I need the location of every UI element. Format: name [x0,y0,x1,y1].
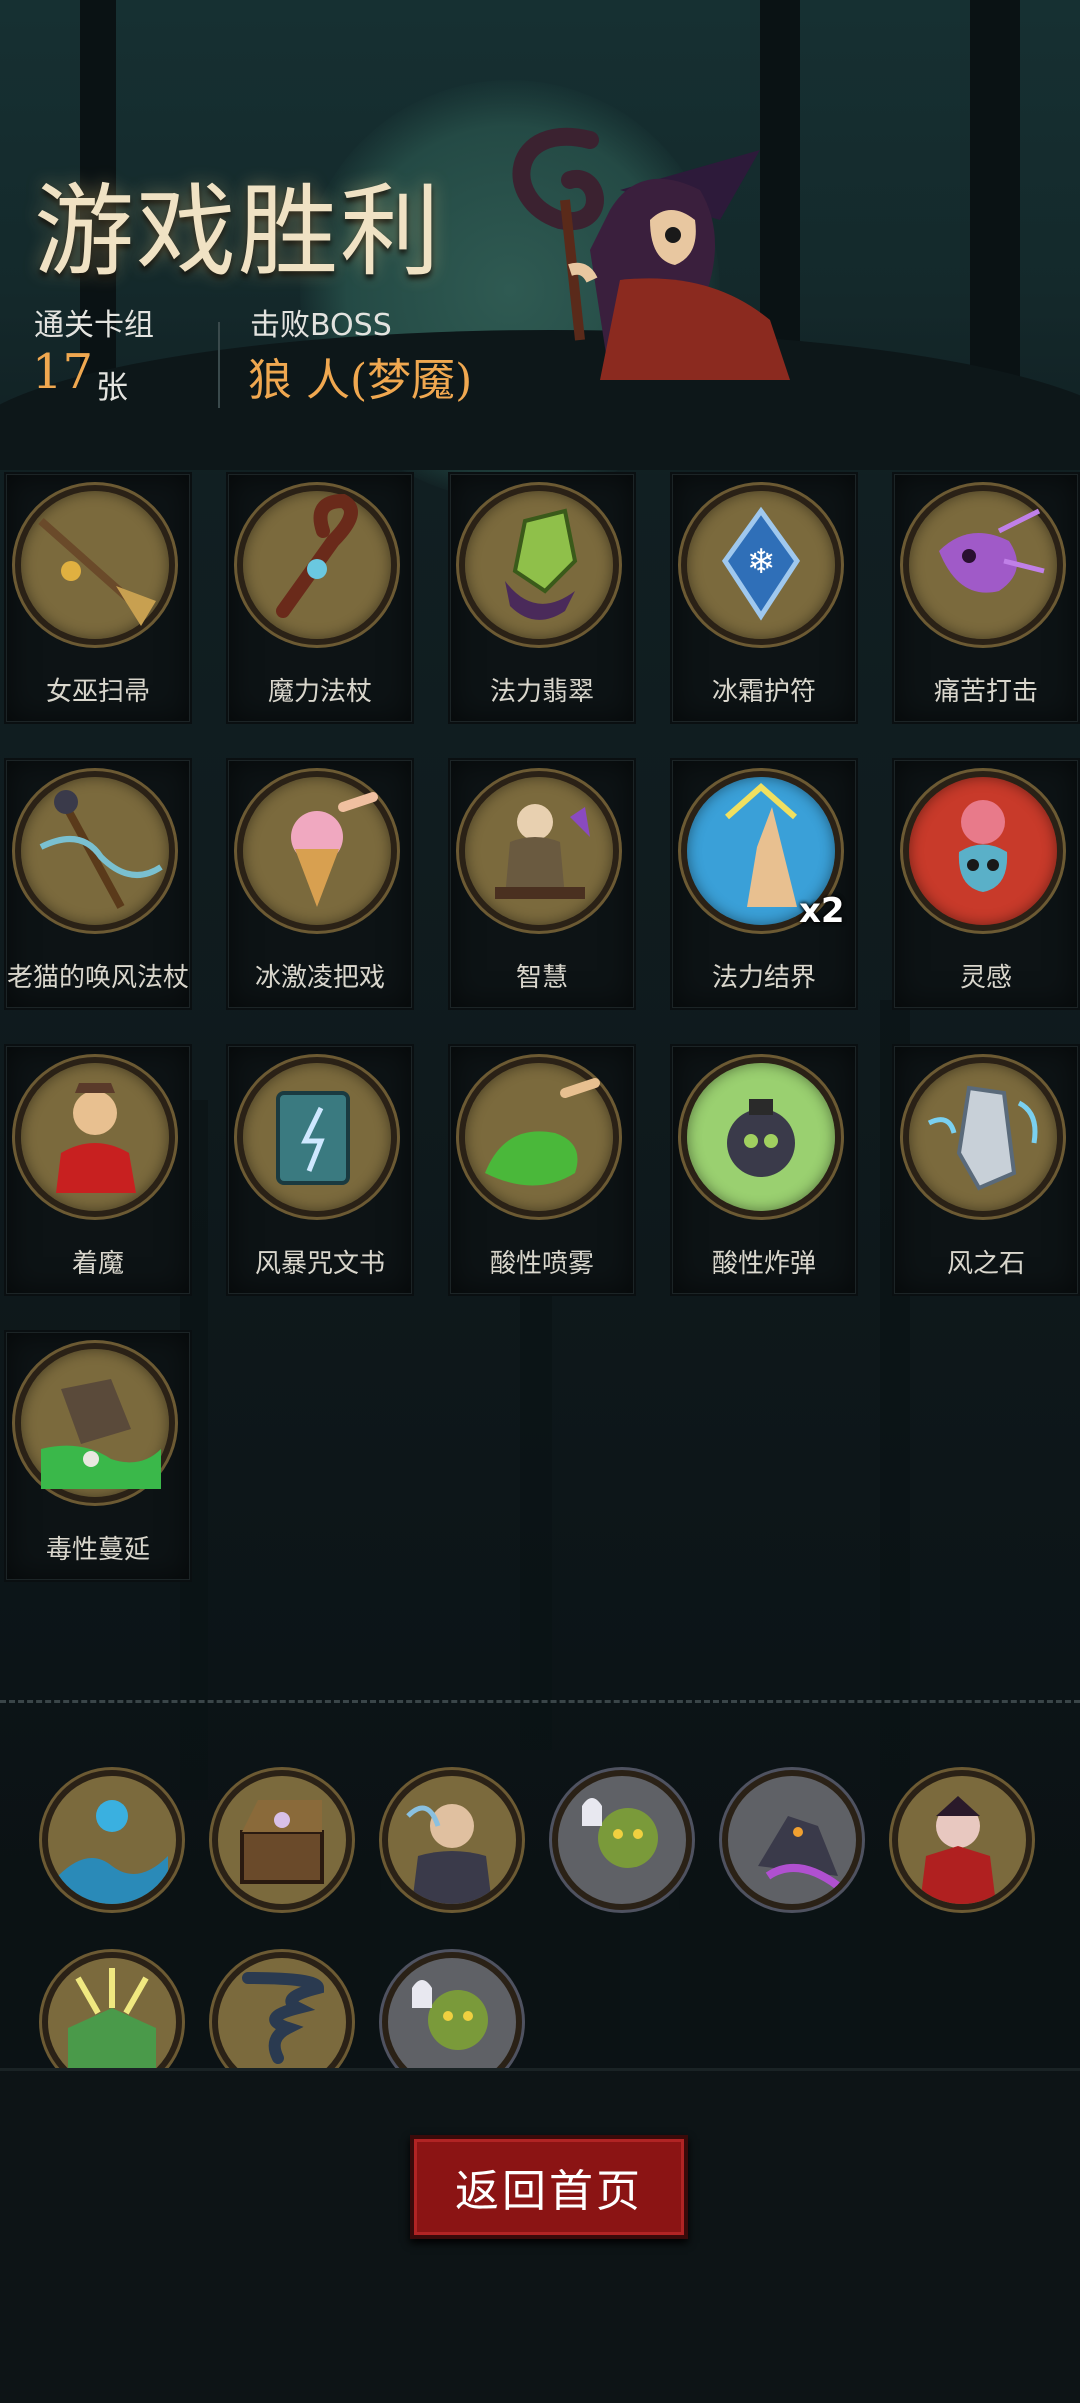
deck-count: 17 [32,344,94,400]
goblin-ghost-icon[interactable] [382,1952,522,2070]
deck-card[interactable]: x2 法力结界 [672,760,856,1008]
shadow-beast-icon[interactable] [722,1770,862,1910]
deck-card[interactable]: 着魔 [6,1046,190,1294]
boss-name: 狼 人(梦魇) [248,355,473,406]
old-sailor-icon[interactable] [382,1770,522,1910]
deck-card[interactable]: 灵感 [894,760,1078,1008]
frost-amulet-icon: ❄ [681,485,841,645]
deck-card[interactable]: 风之石 [894,1046,1078,1294]
broom-icon [15,485,175,645]
tornado-icon[interactable] [212,1952,352,2070]
relic-list [0,1390,1080,2070]
vampire-icon[interactable] [892,1770,1032,1910]
deck-card[interactable]: 法力翡翠 [450,474,634,722]
witch-character-illustration [512,127,790,380]
deck-label: 通关卡组 [34,308,154,343]
brain-skull-icon [903,771,1063,931]
glowing-book-icon[interactable] [42,1952,182,2070]
deck-unit: 张 [96,368,129,406]
deck-card[interactable]: 魔力法杖 [228,474,412,722]
deck-card[interactable]: 女巫扫帚 [6,474,190,722]
deck-card[interactable]: 风暴咒文书 [228,1046,412,1294]
page-title: 游戏胜利 [34,173,442,290]
ice-cream-icon [237,771,397,931]
stat-divider [218,322,220,408]
possessed-icon [15,1057,175,1217]
boss-label: 击败BOSS [250,308,392,343]
music-box-icon[interactable] [212,1770,352,1910]
deck-card[interactable]: 痛苦打击 [894,474,1078,722]
return-home-button[interactable]: 返回首页 [410,2135,688,2239]
sage-icon [459,771,619,931]
wind-staff-icon [15,771,175,931]
card-count-badge: x2 [799,891,845,931]
water-orb-icon[interactable] [42,1770,182,1910]
deck-card[interactable]: 酸性炸弹 [672,1046,856,1294]
deck-card[interactable]: 冰激凌把戏 [228,760,412,1008]
spellbook-icon [237,1057,397,1217]
deck-card[interactable]: 酸性喷雾 [450,1046,634,1294]
acid-bomb-icon [681,1057,841,1217]
staff-icon [237,485,397,645]
goblin-ghost-icon[interactable] [552,1770,692,1910]
acid-spray-icon [459,1057,619,1217]
deck-card[interactable]: 智慧 [450,760,634,1008]
deck-card[interactable]: 老猫的唤风法杖 [6,760,190,1008]
crystal-icon [459,485,619,645]
skull-strike-icon [903,485,1063,645]
wind-stone-icon [903,1057,1063,1217]
deck-card[interactable]: ❄ 冰霜护符 [672,474,856,722]
svg-text:❄: ❄ [747,542,776,582]
